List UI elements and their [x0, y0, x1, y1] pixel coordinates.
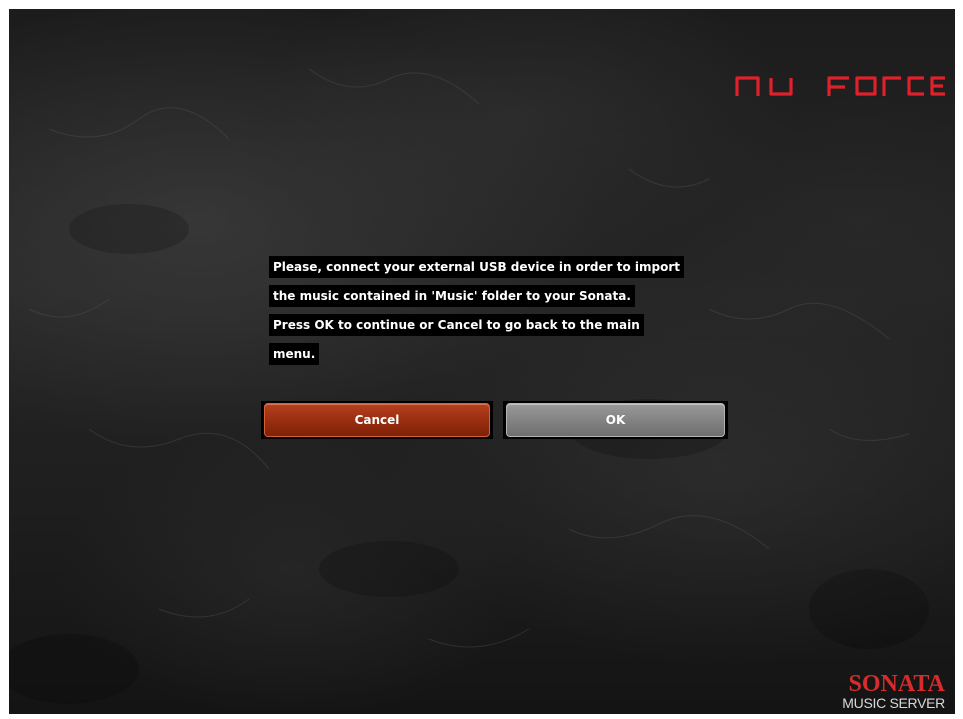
- cancel-button-frame: Cancel: [261, 401, 493, 439]
- ok-button[interactable]: OK: [506, 403, 725, 437]
- nuforce-logo: [735, 76, 945, 96]
- import-message: Please, connect your external USB device…: [269, 256, 739, 372]
- message-line: Please, connect your external USB device…: [269, 256, 684, 278]
- message-line: menu.: [269, 343, 320, 365]
- app-screen: Please, connect your external USB device…: [9, 9, 955, 714]
- message-line: the music contained in 'Music' folder to…: [269, 285, 635, 307]
- sonata-logo: SONATA MUSIC SERVER: [842, 671, 945, 712]
- brand-title: SONATA: [848, 671, 945, 697]
- brand-subtitle: MUSIC SERVER: [842, 695, 945, 711]
- cancel-button[interactable]: Cancel: [264, 403, 490, 437]
- message-line: Press OK to continue or Cancel to go bac…: [269, 314, 644, 336]
- ok-button-frame: OK: [503, 401, 728, 439]
